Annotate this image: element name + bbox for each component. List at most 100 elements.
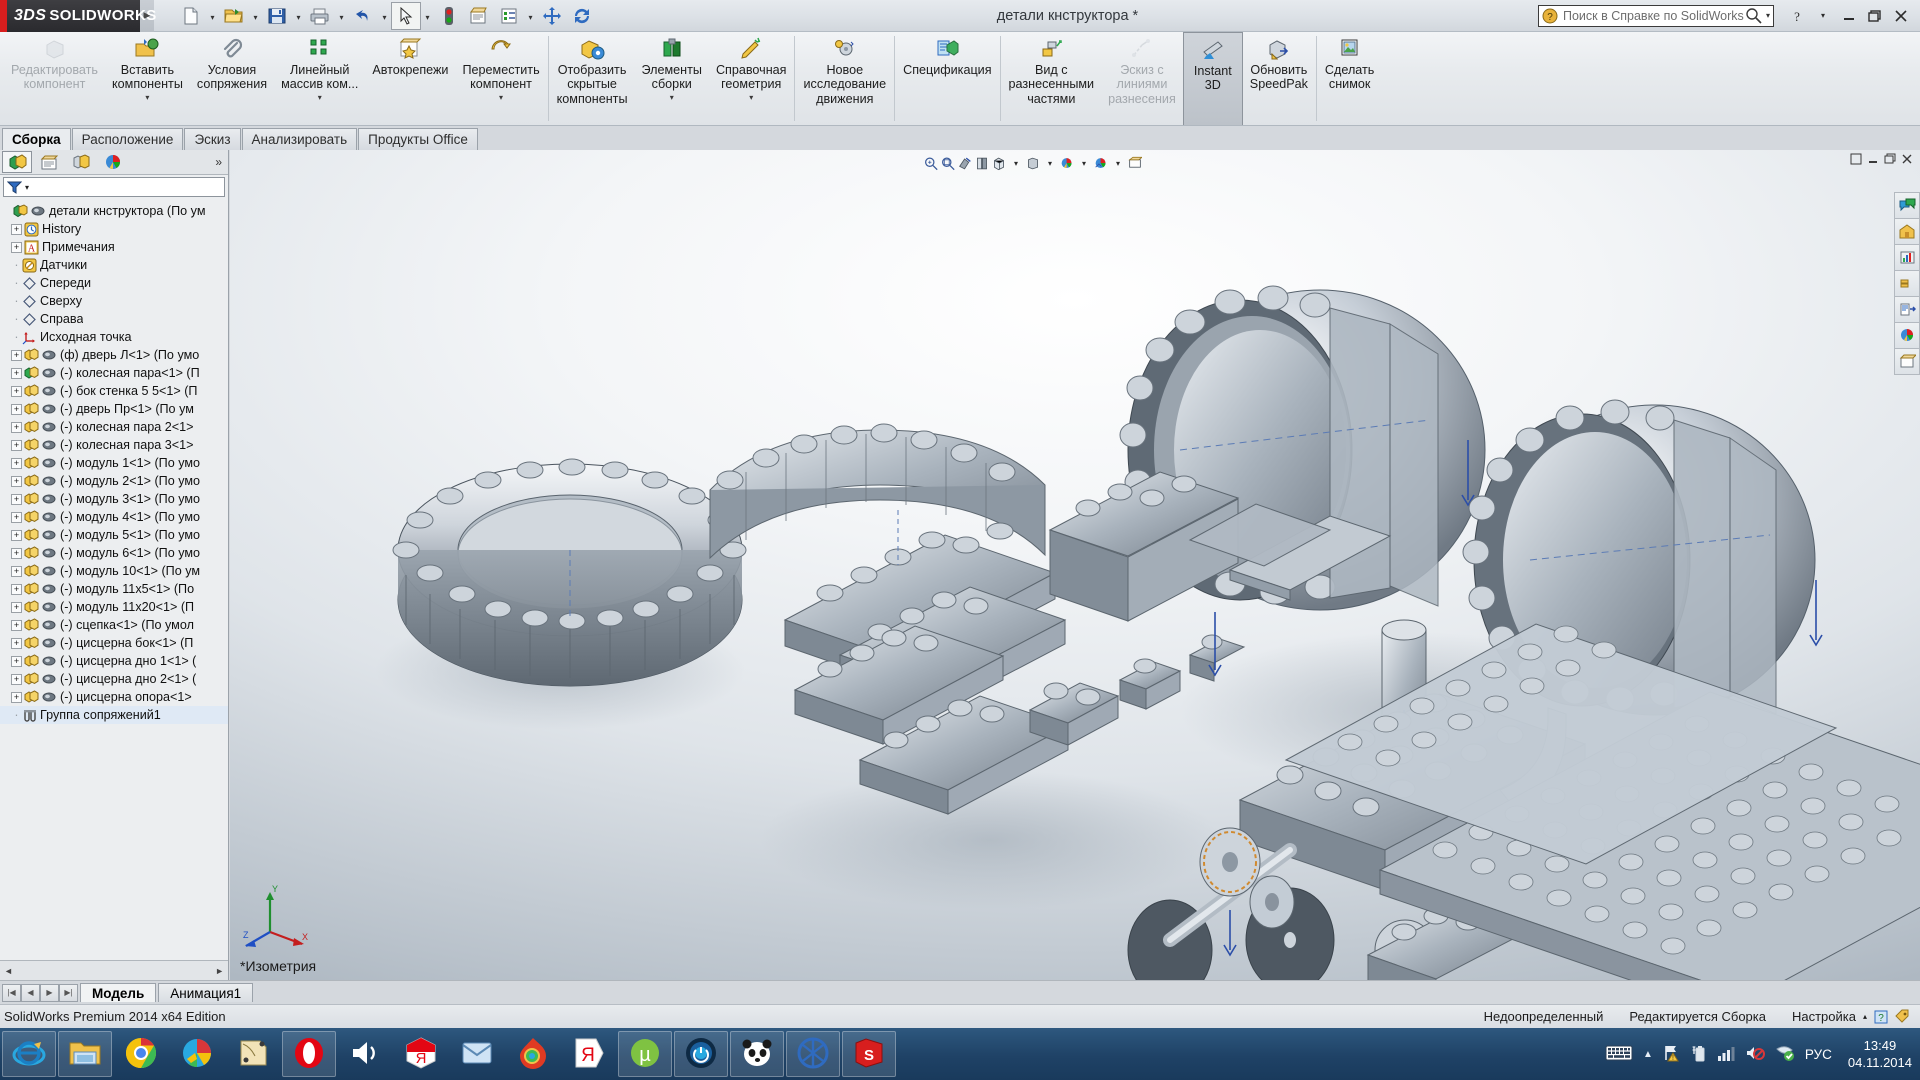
filter-dropdown-caret[interactable]: ▾	[22, 183, 29, 192]
command-tab-1[interactable]: Расположение	[71, 128, 184, 150]
new-document-button[interactable]	[176, 2, 206, 30]
taskbar-item-media-player[interactable]	[170, 1031, 224, 1077]
help-dropdown-caret[interactable]: ▾	[1810, 5, 1836, 27]
command-tab-4[interactable]: Продукты Office	[358, 128, 478, 150]
ribbon-button-dropdown-caret[interactable]: ▾	[499, 93, 503, 103]
tree-item[interactable]: + (-) модуль 10<1> (По ум	[0, 562, 228, 580]
ribbon-button-assembly-features[interactable]: Элементы сборки ▾	[635, 32, 709, 125]
tree-item[interactable]: + (-) колесная пара 3<1>	[0, 436, 228, 454]
close-small-icon[interactable]	[1900, 152, 1914, 166]
sheet-tab-0[interactable]: Модель	[80, 983, 157, 1002]
tree-expand-toggle[interactable]: +	[11, 583, 22, 595]
tree-expand-toggle[interactable]: +	[11, 241, 22, 253]
appearances-scenes-icon[interactable]	[1894, 296, 1920, 323]
command-tab-2[interactable]: Эскиз	[184, 128, 241, 150]
save-document-button[interactable]	[262, 2, 292, 30]
taskbar-item-yandex-browser[interactable]: Я	[394, 1031, 448, 1077]
tree-expand-toggle[interactable]: +	[11, 547, 22, 559]
tree-expand-toggle[interactable]: +	[11, 349, 22, 361]
clock[interactable]: 13:49 04.11.2014	[1842, 1037, 1912, 1071]
taskbar-item-internet-explorer[interactable]	[2, 1031, 56, 1077]
ribbon-button-dropdown-caret[interactable]: ▾	[749, 93, 753, 103]
display-manager-tab[interactable]	[98, 151, 128, 173]
keyboard-icon[interactable]	[1605, 1044, 1633, 1065]
tree-item[interactable]: + A Примечания	[0, 238, 228, 256]
ribbon-button-bill-of-materials[interactable]: Спецификация	[896, 32, 998, 125]
tree-expand-toggle[interactable]: +	[11, 637, 22, 649]
tree-item[interactable]: + (-) бок стенка 5 5<1> (П	[0, 382, 228, 400]
tree-expand-toggle[interactable]: +	[11, 493, 22, 505]
tree-expand-toggle[interactable]: +	[11, 367, 22, 379]
help-button[interactable]: ?	[1784, 5, 1810, 27]
select-tool-dropdown[interactable]: ▾	[421, 2, 434, 30]
undo-dropdown[interactable]: ▾	[378, 2, 391, 30]
ribbon-button-reference-geometry[interactable]: Справочная геометрия ▾	[709, 32, 794, 125]
ribbon-button-dropdown-caret[interactable]: ▾	[145, 93, 149, 103]
custom-properties-icon[interactable]	[1894, 322, 1920, 349]
network-warning-icon[interactable]: !	[1663, 1044, 1682, 1065]
apply-scene-caret[interactable]: ▾	[1111, 156, 1125, 170]
open-document-button[interactable]	[219, 2, 249, 30]
tree-item[interactable]: · Исходная точка	[0, 328, 228, 346]
open-document-dropdown[interactable]: ▾	[249, 2, 262, 30]
sheet-nav-next[interactable]: ▶	[40, 983, 59, 1002]
tree-item[interactable]: + (-) цисцерна опора<1>	[0, 688, 228, 706]
display-style-caret[interactable]: ▾	[1009, 156, 1023, 170]
tree-item[interactable]: + History	[0, 220, 228, 238]
tree-item[interactable]: + (-) модуль 11x5<1> (По	[0, 580, 228, 598]
battery-icon[interactable]	[1692, 1044, 1707, 1065]
move-component-button[interactable]	[537, 2, 567, 30]
status-up-caret-icon[interactable]: ▴	[1863, 1012, 1867, 1021]
tree-expand-toggle[interactable]: +	[11, 619, 22, 631]
new-document-dropdown[interactable]: ▾	[206, 2, 219, 30]
help-blue-icon[interactable]: ?	[1874, 1010, 1888, 1024]
file-properties-button[interactable]	[464, 2, 494, 30]
tree-item[interactable]: + (ф) дверь Л<1> (По умо	[0, 346, 228, 364]
hide-show-caret[interactable]: ▾	[1043, 156, 1057, 170]
taskbar-item-utorrent[interactable]: µ	[618, 1031, 672, 1077]
tree-filter-bar[interactable]: ▾	[3, 177, 225, 197]
tree-item[interactable]: + (-) модуль 11x20<1> (П	[0, 598, 228, 616]
tree-item[interactable]: + (-) колесная пара<1> (П	[0, 364, 228, 382]
hide-show-items-icon[interactable]	[1026, 156, 1040, 170]
tree-item[interactable]: + (-) сцепка<1> (По умол	[0, 616, 228, 634]
taskbar-item-mail-client[interactable]	[450, 1031, 504, 1077]
taskbar-item-daemon-tools[interactable]	[674, 1031, 728, 1077]
apply-scene-icon[interactable]	[1094, 156, 1108, 170]
file-explorer-icon[interactable]	[1894, 244, 1920, 271]
volume-muted-icon[interactable]	[1745, 1044, 1765, 1065]
minimize-window-button[interactable]	[1836, 5, 1862, 27]
tree-item[interactable]: · Спереди	[0, 274, 228, 292]
tree-item[interactable]: + (-) модуль 2<1> (По умо	[0, 472, 228, 490]
ribbon-button-mate-paperclip[interactable]: Условия сопряжения	[190, 32, 274, 125]
ribbon-button-linear-pattern[interactable]: Линейный массив ком... ▾	[274, 32, 365, 125]
taskbar-item-volume-app[interactable]	[338, 1031, 392, 1077]
graphics-viewport[interactable]: ▾ ▾ ▾ ▾ Y X Z *Изометрия	[230, 150, 1920, 980]
taskbar-item-opera[interactable]	[282, 1031, 336, 1077]
sheet-tab-1[interactable]: Анимация1	[158, 983, 254, 1002]
ribbon-button-take-snapshot[interactable]: Сделать снимок	[1318, 32, 1381, 125]
tag-icon[interactable]	[1895, 1009, 1910, 1024]
search-dropdown-caret[interactable]: ▾	[1762, 11, 1770, 20]
ribbon-button-exploded-view[interactable]: Вид с разнесенными частями	[1002, 32, 1102, 125]
tree-item[interactable]: · Сверху	[0, 292, 228, 310]
ribbon-button-smart-fasteners[interactable]: Автокрепежи	[365, 32, 455, 125]
close-window-button[interactable]	[1888, 5, 1914, 27]
tree-item[interactable]: + (-) модуль 4<1> (По умо	[0, 508, 228, 526]
tree-expand-toggle[interactable]: +	[11, 565, 22, 577]
tree-item[interactable]: + (-) цисцерна дно 2<1> (	[0, 670, 228, 688]
save-document-dropdown[interactable]: ▾	[292, 2, 305, 30]
ribbon-button-instant-3d[interactable]: Instant 3D	[1182, 32, 1243, 125]
tree-expand-toggle[interactable]: +	[11, 403, 22, 415]
rebuild-button[interactable]	[434, 2, 464, 30]
restore-small-icon[interactable]	[1849, 152, 1863, 166]
help-search-box[interactable]: ? Поиск в Справке по SolidWorks ▾	[1538, 4, 1774, 27]
taskbar-item-panda-antivirus[interactable]	[730, 1031, 784, 1077]
tree-item[interactable]: + (-) цисцерна бок<1> (П	[0, 634, 228, 652]
edit-appearance-caret[interactable]: ▾	[1077, 156, 1091, 170]
custom-properties-tab-icon[interactable]	[1894, 348, 1920, 375]
ribbon-button-dropdown-caret[interactable]: ▾	[318, 93, 322, 103]
tree-item[interactable]: · Датчики	[0, 256, 228, 274]
taskbar-item-kaspersky[interactable]	[786, 1031, 840, 1077]
tree-expand-toggle[interactable]: +	[11, 601, 22, 613]
